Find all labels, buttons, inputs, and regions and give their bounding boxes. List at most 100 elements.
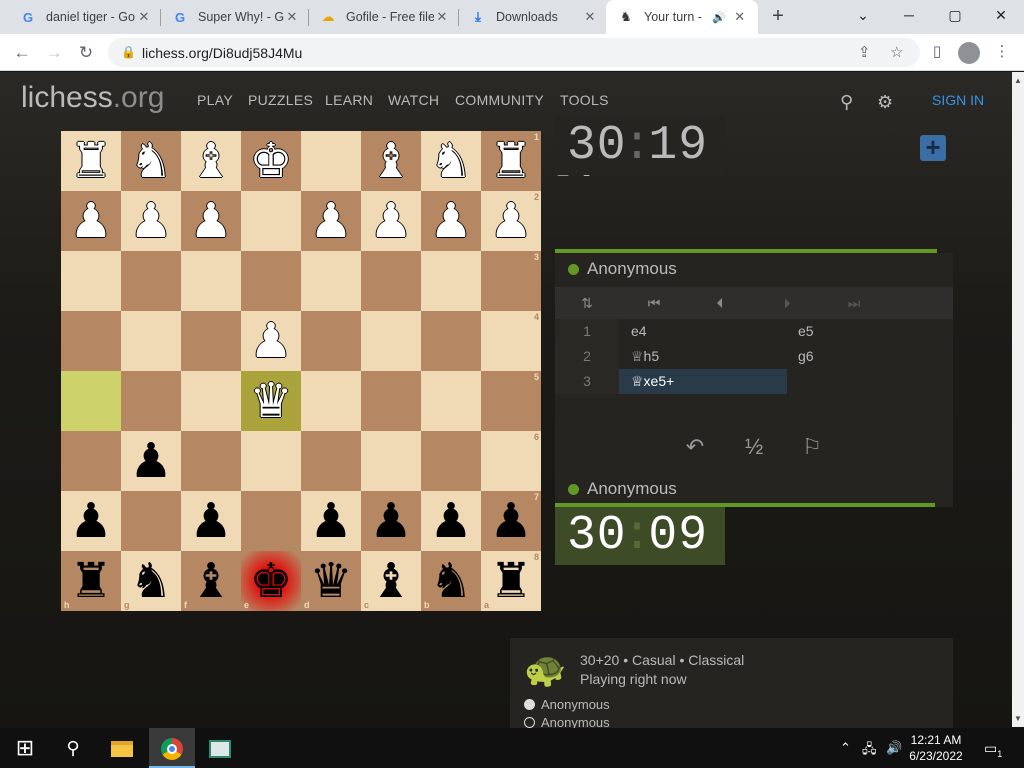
- board-square[interactable]: [61, 431, 121, 491]
- board-square[interactable]: ♟: [121, 431, 181, 491]
- board-square[interactable]: ♟ 7: [481, 491, 541, 551]
- black-move[interactable]: g6: [786, 344, 952, 369]
- white-move[interactable]: ♕h5: [619, 344, 785, 369]
- share-icon[interactable]: ⇪: [858, 43, 871, 61]
- gear-icon[interactable]: ⚙: [877, 92, 893, 113]
- browser-tab-5[interactable]: ♞ Your turn - 🔊 ✕: [606, 0, 758, 34]
- black-pawn-piece[interactable]: ♟: [69, 491, 112, 551]
- white-rook-piece[interactable]: ♜: [489, 131, 532, 191]
- board-square[interactable]: [301, 131, 361, 191]
- board-square[interactable]: ♟: [421, 191, 481, 251]
- board-square[interactable]: 3: [481, 251, 541, 311]
- white-bishop-piece[interactable]: ♝: [369, 131, 412, 191]
- black-rook-piece[interactable]: ♜: [489, 551, 532, 611]
- nav-watch[interactable]: WATCH: [388, 92, 439, 108]
- board-square[interactable]: ♛: [241, 371, 301, 431]
- file-explorer-icon[interactable]: [99, 728, 145, 768]
- url-text[interactable]: lichess.org/Di8udj58J4Mu: [142, 45, 302, 61]
- opponent-name[interactable]: Anonymous: [555, 253, 953, 285]
- board-square[interactable]: [361, 311, 421, 371]
- audio-icon[interactable]: 🔊: [712, 11, 726, 24]
- board-square[interactable]: [361, 251, 421, 311]
- offer-draw-button[interactable]: ½: [734, 434, 774, 460]
- board-square[interactable]: ♚: [241, 131, 301, 191]
- board-square[interactable]: ♟: [301, 191, 361, 251]
- system-clock[interactable]: 12:21 AM 6/23/2022: [906, 732, 966, 764]
- nav-learn[interactable]: LEARN: [325, 92, 373, 108]
- profile-avatar[interactable]: [958, 42, 980, 64]
- white-queen-piece[interactable]: ♛: [249, 371, 292, 431]
- prev-move-icon[interactable]: ⏴: [700, 287, 740, 319]
- nav-tools[interactable]: TOOLS: [560, 92, 609, 108]
- reload-button[interactable]: ↻: [73, 40, 99, 66]
- white-pawn-piece[interactable]: ♟: [189, 191, 232, 251]
- nav-play[interactable]: PLAY: [197, 92, 233, 108]
- black-pawn-piece[interactable]: ♟: [129, 431, 172, 491]
- board-square[interactable]: [241, 491, 301, 551]
- back-button[interactable]: ←: [9, 40, 35, 66]
- board-square[interactable]: ♟: [121, 191, 181, 251]
- white-pawn-piece[interactable]: ♟: [309, 191, 352, 251]
- board-square[interactable]: [121, 251, 181, 311]
- black-pawn-piece[interactable]: ♟: [309, 491, 352, 551]
- white-pawn-piece[interactable]: ♟: [429, 191, 472, 251]
- white-knight-piece[interactable]: ♞: [129, 131, 172, 191]
- board-square[interactable]: [361, 431, 421, 491]
- takeback-icon[interactable]: ↶: [675, 434, 715, 460]
- taskbar-search-icon[interactable]: ⚲: [50, 728, 96, 768]
- add-time-button[interactable]: +: [920, 134, 946, 161]
- tab-search-button[interactable]: ⌄: [840, 0, 886, 30]
- flip-board-icon[interactable]: ⇅: [567, 287, 607, 319]
- board-square[interactable]: ♛ d: [301, 551, 361, 611]
- board-square[interactable]: [301, 431, 361, 491]
- board-square[interactable]: [181, 251, 241, 311]
- new-tab-button[interactable]: +: [766, 4, 790, 28]
- chevron-up-icon[interactable]: ⌃: [840, 740, 851, 756]
- board-square[interactable]: 5: [481, 371, 541, 431]
- close-icon[interactable]: ✕: [732, 9, 748, 25]
- board-square[interactable]: [241, 431, 301, 491]
- last-move-icon[interactable]: ⏭: [834, 287, 874, 319]
- chrome-icon[interactable]: [149, 728, 195, 768]
- close-icon[interactable]: ✕: [582, 9, 598, 25]
- first-move-icon[interactable]: ⏮: [634, 287, 674, 319]
- board-square[interactable]: [421, 371, 481, 431]
- board-square[interactable]: ♚ e: [241, 551, 301, 611]
- board-square[interactable]: ♟: [361, 191, 421, 251]
- board-square[interactable]: [361, 371, 421, 431]
- scroll-up-icon[interactable]: ▲: [1014, 76, 1022, 85]
- board-square[interactable]: ♜ 1: [481, 131, 541, 191]
- site-logo[interactable]: lichess.org: [21, 81, 164, 115]
- game-player-white[interactable]: Anonymous: [524, 697, 610, 712]
- board-square[interactable]: ♝: [181, 131, 241, 191]
- search-icon[interactable]: ⚲: [840, 92, 853, 113]
- black-knight-piece[interactable]: ♞: [129, 551, 172, 611]
- board-square[interactable]: [421, 431, 481, 491]
- player-name[interactable]: Anonymous: [555, 473, 953, 505]
- close-icon[interactable]: ✕: [284, 9, 300, 25]
- sign-in-link[interactable]: SIGN IN: [932, 92, 984, 108]
- browser-tab-3[interactable]: ☁ Gofile - Free file ✕: [308, 0, 458, 34]
- notification-icon[interactable]: ▭1: [984, 740, 1002, 759]
- white-rook-piece[interactable]: ♜: [69, 131, 112, 191]
- board-square[interactable]: [301, 251, 361, 311]
- board-square[interactable]: [421, 251, 481, 311]
- black-bishop-piece[interactable]: ♝: [369, 551, 412, 611]
- board-square[interactable]: ♟: [181, 491, 241, 551]
- nav-community[interactable]: COMMUNITY: [455, 92, 544, 108]
- black-pawn-piece[interactable]: ♟: [189, 491, 232, 551]
- board-square[interactable]: ♜: [61, 131, 121, 191]
- maximize-button[interactable]: ▢: [932, 0, 978, 30]
- white-bishop-piece[interactable]: ♝: [189, 131, 232, 191]
- white-pawn-piece[interactable]: ♟: [69, 191, 112, 251]
- board-square[interactable]: ♞ b: [421, 551, 481, 611]
- black-bishop-piece[interactable]: ♝: [189, 551, 232, 611]
- board-square[interactable]: ♞ g: [121, 551, 181, 611]
- board-square[interactable]: [181, 371, 241, 431]
- start-button[interactable]: ⊞: [2, 728, 48, 768]
- lock-icon[interactable]: 🔒: [121, 45, 136, 59]
- nav-puzzles[interactable]: PUZZLES: [248, 92, 313, 108]
- star-icon[interactable]: ☆: [890, 43, 903, 61]
- browser-tab-4[interactable]: ⤓ Downloads ✕: [458, 0, 606, 34]
- black-rook-piece[interactable]: ♜: [69, 551, 112, 611]
